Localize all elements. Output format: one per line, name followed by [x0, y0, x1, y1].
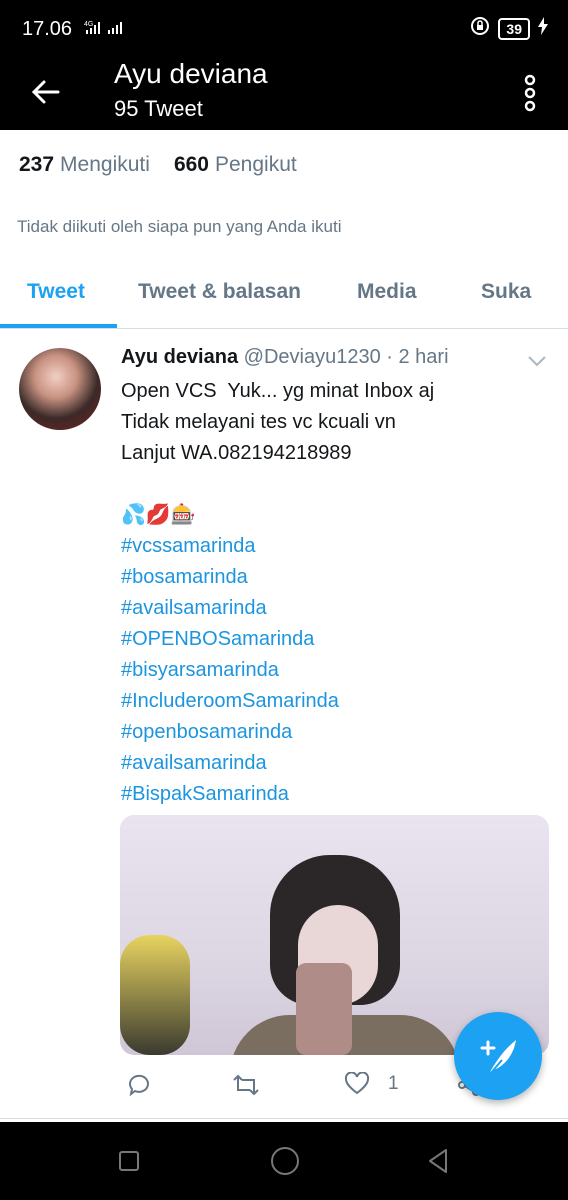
tweet-emoji-line: 💦💋🎰: [121, 504, 196, 526]
lock-rotation-icon: [470, 16, 490, 41]
followers-stat[interactable]: 660 Pengikut: [174, 153, 297, 177]
header-name: Ayu deviana: [114, 58, 268, 89]
heart-icon: [344, 1072, 370, 1095]
profile-stats: 237 Mengikuti 660 Pengikut: [19, 153, 297, 177]
hashtag-link[interactable]: #IncluderoomSamarinda: [121, 686, 541, 717]
tweet-line: Lanjut WA.082194218989: [121, 442, 352, 464]
tab-tweet-replies[interactable]: Tweet & balasan: [138, 280, 301, 304]
hashtag-link[interactable]: #vcssamarinda: [121, 531, 541, 562]
battery-level: 39: [498, 17, 530, 40]
tab-media[interactable]: Media: [357, 280, 417, 304]
avatar[interactable]: [19, 348, 101, 430]
profile-header: Ayu deviana 95 Tweet: [0, 58, 568, 130]
compose-tweet-button[interactable]: [454, 1012, 542, 1100]
tweet-meta: @Deviayu1230 · 2 hari: [243, 346, 449, 368]
hashtag-link[interactable]: #openbosamarinda: [121, 717, 541, 748]
status-bar: 17.06 4G 39: [0, 0, 568, 58]
charging-icon: [538, 17, 548, 40]
chevron-down-icon[interactable]: [526, 350, 548, 372]
tweet-header: Ayu deviana @Deviayu1230 · 2 hari: [121, 346, 449, 369]
tweet-line: [121, 469, 541, 500]
back-nav-icon[interactable]: [426, 1148, 450, 1179]
hashtag-link[interactable]: #availsamarinda: [121, 748, 541, 779]
home-icon[interactable]: [270, 1146, 300, 1181]
tab-likes[interactable]: Suka: [481, 280, 531, 304]
feather-plus-icon: [480, 1040, 516, 1075]
active-tab-indicator: [0, 324, 117, 328]
tweet-text: Open VCS Yuk... yg minat Inbox aj Tidak …: [121, 376, 541, 810]
tweet-author-name[interactable]: Ayu deviana: [121, 346, 238, 368]
media-phone: [296, 963, 352, 1055]
reply-icon[interactable]: [126, 1072, 152, 1098]
back-arrow-icon[interactable]: [28, 74, 64, 110]
tweet-actions: 1: [122, 1072, 502, 1102]
divider: [0, 1118, 568, 1119]
profile-tabs: Tweet Tweet & balasan Media Suka: [0, 260, 568, 329]
retweet-icon[interactable]: [232, 1072, 260, 1098]
followed-by-text: Tidak diikuti oleh siapa pun yang Anda i…: [17, 217, 342, 236]
hashtag-link[interactable]: #availsamarinda: [121, 593, 541, 624]
media-toy: [120, 935, 190, 1055]
tweet-line: Open VCS Yuk... yg minat Inbox aj: [121, 380, 435, 402]
following-stat[interactable]: 237 Mengikuti: [19, 153, 150, 177]
tab-tweet[interactable]: Tweet: [27, 280, 85, 304]
hashtag-link[interactable]: #OPENBOSamarinda: [121, 624, 541, 655]
header-tweet-count: 95 Tweet: [114, 96, 203, 121]
more-options-icon[interactable]: [520, 70, 540, 114]
svg-text:4G: 4G: [84, 21, 93, 28]
hashtag-link[interactable]: #bisyarsamarinda: [121, 655, 541, 686]
tweet-line: Tidak melayani tes vc kcuali vn: [121, 411, 396, 433]
hashtag-link[interactable]: #bosamarinda: [121, 562, 541, 593]
recent-apps-icon[interactable]: [118, 1150, 140, 1177]
system-nav-bar: [0, 1122, 568, 1200]
like-count: 1: [388, 1073, 399, 1094]
hashtag-link[interactable]: #BispakSamarinda: [121, 779, 541, 810]
signal-icon: 4G: [84, 18, 130, 41]
like-button[interactable]: 1: [344, 1072, 399, 1096]
status-time: 17.06: [22, 18, 73, 40]
